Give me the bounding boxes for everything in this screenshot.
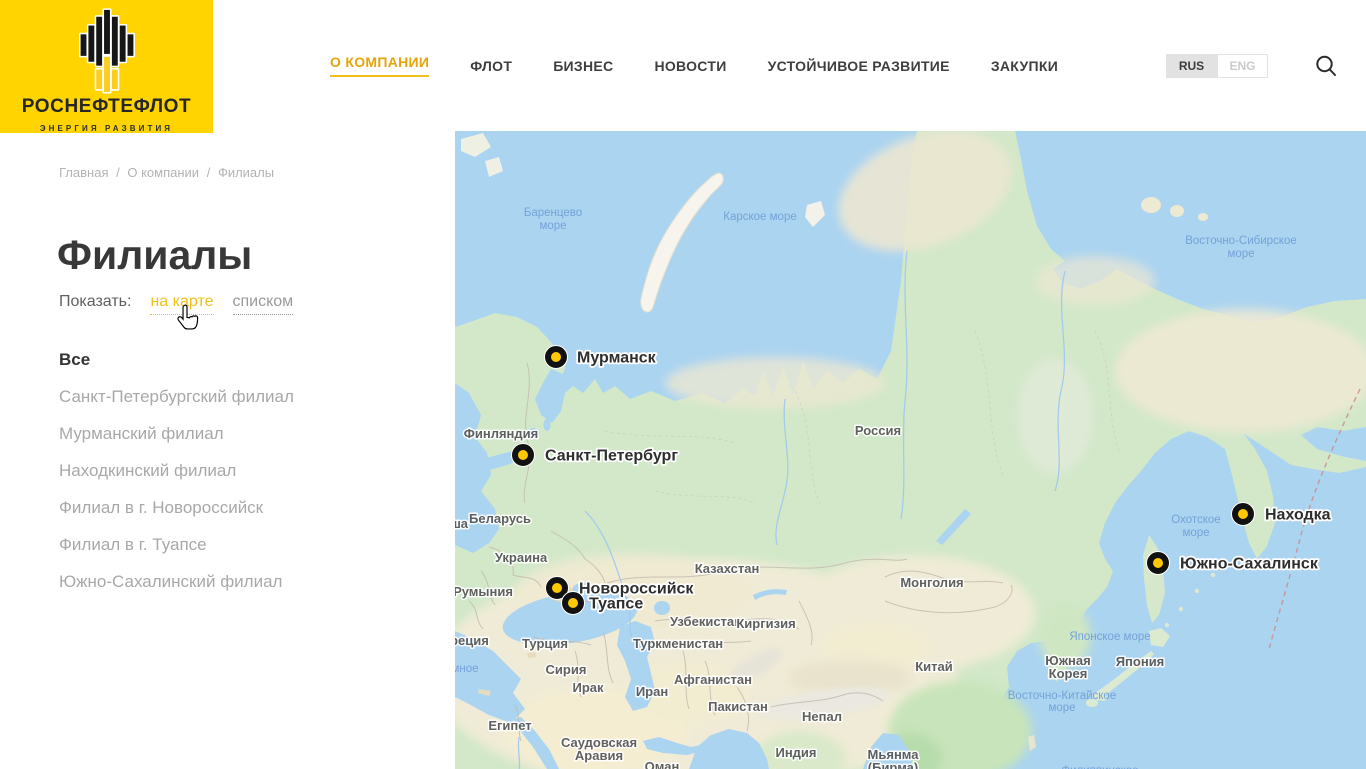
country-label: Сирия — [546, 662, 587, 677]
logo[interactable]: РОСНЕФТЕФЛОТ ЭНЕРГИЯ РАЗВИТИЯ — [0, 0, 213, 133]
map-marker[interactable]: Находка — [1232, 503, 1331, 526]
marker-core-icon — [551, 352, 561, 362]
map-marker[interactable]: Туапсе — [562, 592, 644, 615]
country-label: Финляндия — [464, 426, 538, 441]
sea-label: Карское море — [723, 211, 796, 223]
brand-tagline: ЭНЕРГИЯ РАЗВИТИЯ — [40, 124, 173, 133]
breadcrumb-separator: / — [116, 165, 120, 180]
sea-label: Филиппинское — [1061, 765, 1138, 769]
country-label: Монголия — [900, 575, 963, 590]
branch-item-tuapse[interactable]: Филиал в г. Туапсе — [59, 526, 294, 563]
country-label: Узбекистан — [670, 614, 742, 629]
breadcrumb-separator: / — [207, 165, 211, 180]
brand-name: РОСНЕФТЕФЛОТ — [22, 96, 192, 118]
sea-label: море — [1048, 702, 1075, 714]
sea-label: море — [1182, 527, 1209, 539]
country-label: Китай — [915, 659, 953, 674]
marker-core-icon — [552, 583, 562, 593]
branches-map[interactable]: БаренцевомореКарское мореВосточно-Сибирс… — [455, 131, 1366, 769]
country-label: Афганистан — [674, 672, 752, 687]
map-canvas: БаренцевомореКарское мореВосточно-Сибирс… — [455, 131, 1366, 769]
marker-label: Санкт-Петербург — [545, 448, 678, 465]
marker-label: Южно-Сахалинск — [1180, 556, 1319, 573]
branch-item-nakhodka[interactable]: Находкинский филиал — [59, 452, 294, 489]
country-label: ша — [455, 516, 469, 531]
country-label: Египет — [488, 718, 531, 733]
branch-item-all[interactable]: Все — [59, 341, 294, 378]
country-label: Корея — [1049, 666, 1088, 681]
sea-label: Баренцево — [524, 207, 582, 219]
country-label: Украина — [495, 550, 548, 565]
language-switcher: RUS ENG — [1166, 54, 1268, 78]
country-label: Киргизия — [736, 616, 795, 631]
country-label: Непал — [802, 709, 842, 724]
country-label: Япония — [1116, 654, 1165, 669]
breadcrumb-company[interactable]: О компании — [127, 165, 199, 180]
nav-item-news[interactable]: НОВОСТИ — [654, 58, 726, 74]
breadcrumb-home[interactable]: Главная — [59, 165, 108, 180]
page-title: Филиалы — [57, 232, 252, 279]
country-label: Россия — [855, 423, 901, 438]
view-switcher: Показать: на карте списком — [59, 293, 293, 315]
branch-item-sakhalin[interactable]: Южно-Сахалинский филиал — [59, 563, 294, 600]
country-label: Иран — [636, 684, 668, 699]
country-label: Греция — [455, 633, 489, 648]
country-label: Казахстан — [695, 561, 760, 576]
country-label: Туркменистан — [633, 636, 723, 651]
country-label: Индия — [775, 745, 816, 760]
breadcrumb: Главная / О компании / Филиалы — [59, 165, 278, 180]
sea-label: море — [539, 220, 566, 232]
sea-label: Японское море — [1069, 631, 1150, 643]
nav-item-business[interactable]: БИЗНЕС — [553, 58, 613, 74]
country-label: Турция — [522, 636, 568, 651]
country-label: Пакистан — [708, 699, 768, 714]
lang-rus-button[interactable]: RUS — [1166, 54, 1217, 78]
country-label: (Бирма) — [868, 760, 918, 769]
country-label: Румыния — [455, 584, 513, 599]
sea-label: Охотское — [1171, 514, 1220, 526]
search-icon — [1313, 53, 1339, 79]
breadcrumb-current: Филиалы — [218, 165, 274, 180]
branch-item-novorossiysk[interactable]: Филиал в г. Новороссийск — [59, 489, 294, 526]
branch-item-spb[interactable]: Санкт-Петербургский филиал — [59, 378, 294, 415]
rosneft-logo-icon — [62, 5, 152, 95]
view-link-map[interactable]: на карте — [150, 293, 213, 315]
lang-eng-button[interactable]: ENG — [1217, 54, 1268, 78]
map-marker[interactable]: Мурманск — [545, 346, 657, 369]
nav-item-company[interactable]: О КОМПАНИИ — [330, 54, 429, 77]
country-label: Оман — [645, 759, 680, 769]
marker-core-icon — [518, 450, 528, 460]
main-nav: О КОМПАНИИ ФЛОТ БИЗНЕС НОВОСТИ УСТОЙЧИВО… — [330, 0, 1058, 131]
marker-label: Находка — [1265, 507, 1331, 524]
marker-core-icon — [1238, 509, 1248, 519]
nav-item-fleet[interactable]: ФЛОТ — [470, 58, 512, 74]
country-label: Ирак — [572, 680, 604, 695]
marker-core-icon — [568, 598, 578, 608]
marker-label: Мурманск — [577, 350, 657, 367]
sea-label: мное — [455, 663, 479, 675]
sea-label: море — [1227, 248, 1254, 260]
nav-item-procurement[interactable]: ЗАКУПКИ — [991, 58, 1058, 74]
show-label: Показать: — [59, 293, 131, 311]
sea-label: Восточно-Сибирское — [1185, 235, 1297, 247]
search-button[interactable] — [1313, 53, 1339, 79]
left-panel: Главная / О компании / Филиалы Филиалы П… — [0, 131, 455, 769]
sea-label: Восточно-Китайское — [1008, 690, 1116, 702]
branch-filter-list: Все Санкт-Петербургский филиал Мурмански… — [59, 341, 294, 600]
marker-label: Туапсе — [589, 596, 643, 613]
view-link-list[interactable]: списком — [233, 293, 294, 315]
country-label: Беларусь — [469, 511, 531, 526]
marker-core-icon — [1153, 558, 1163, 568]
country-label: Аравия — [575, 748, 623, 763]
nav-item-sustainability[interactable]: УСТОЙЧИВОЕ РАЗВИТИЕ — [768, 58, 950, 74]
branch-item-murmansk[interactable]: Мурманский филиал — [59, 415, 294, 452]
